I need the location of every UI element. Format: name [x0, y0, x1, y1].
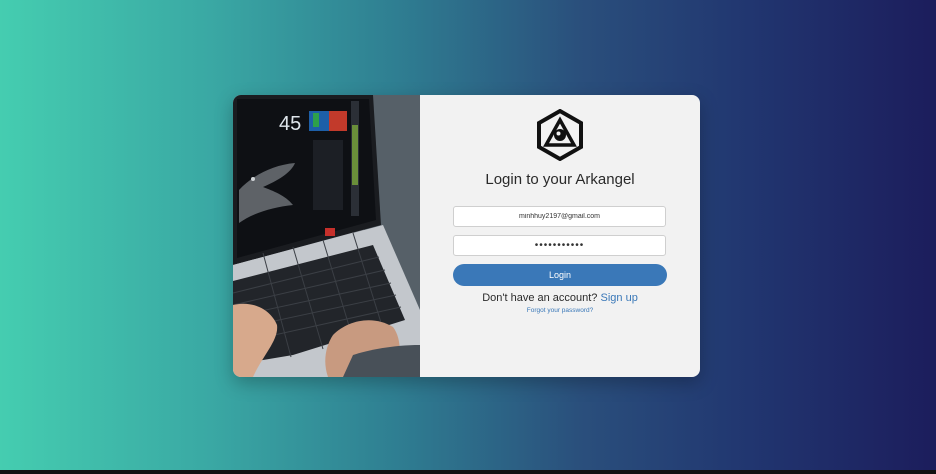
- forgot-password-link[interactable]: Forgot your password?: [527, 307, 593, 314]
- login-button[interactable]: Login: [453, 264, 667, 286]
- bottom-edge-bar: [0, 470, 936, 474]
- forgot-password-row: Forgot your password?: [420, 307, 700, 314]
- screen-metric-number: 45: [279, 113, 302, 135]
- signup-link[interactable]: Sign up: [601, 292, 638, 304]
- password-field[interactable]: [453, 235, 666, 256]
- login-title: Login to your Arkangel: [485, 171, 635, 188]
- no-account-text: Don't have an account?: [482, 292, 598, 304]
- login-card: 45 Login to your Arkangel Login Don't ha…: [233, 95, 700, 377]
- login-form-panel: Login to your Arkangel Login Don't have …: [420, 95, 700, 377]
- login-page: 45 Login to your Arkangel Login Don't ha…: [0, 0, 936, 474]
- arkangel-logo-icon: [536, 108, 584, 162]
- hero-image: 45: [233, 95, 420, 377]
- laptop-illustration: [233, 95, 420, 377]
- signup-prompt: Don't have an account? Sign up: [420, 292, 700, 304]
- email-field[interactable]: [453, 206, 666, 227]
